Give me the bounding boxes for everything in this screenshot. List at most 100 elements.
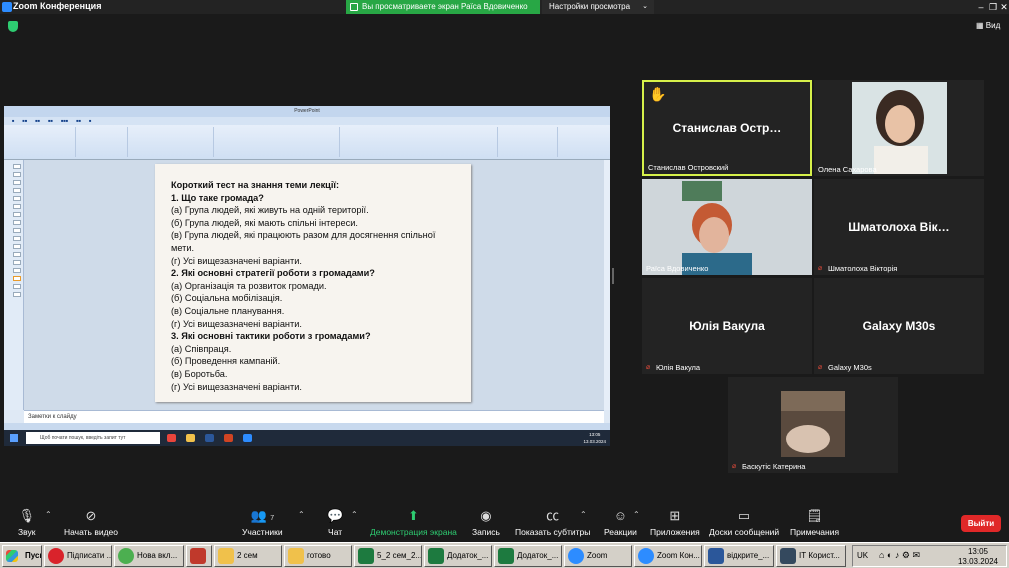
system-clock: 13:05 13.03.2024 — [957, 547, 998, 566]
slide-line: (в) Соціальне планування. — [171, 305, 285, 316]
participant-tile[interactable]: Galaxy M30s ⌀ Galaxy M30s — [814, 278, 984, 374]
apps-icon: ⊞ — [669, 508, 681, 523]
share-banner-text: Вы просматриваете экран Раїса Вдовиченко — [362, 2, 528, 11]
video-label: Начать видео — [64, 527, 119, 537]
tray-icons[interactable]: ⌂ ◐ ♪ ⚙ ✉ — [879, 550, 920, 561]
security-shield-icon[interactable] — [8, 21, 18, 32]
ribbon-group — [76, 127, 128, 157]
whiteboard-icon: ▭ — [737, 508, 751, 523]
slide-notes: Заметки к слайду — [24, 410, 604, 423]
notes-button[interactable]: 🗒 Примечания — [790, 508, 839, 537]
start-label: Пуск — [25, 551, 42, 560]
slide-line: (г) Усі вищезазначені варіанти. — [171, 255, 302, 266]
participants-icon: 👥 7 — [250, 508, 275, 523]
windows-logo-icon — [6, 550, 18, 562]
participant-tile[interactable]: Олена Сахарова — [814, 80, 984, 176]
ribbon-group — [6, 127, 76, 157]
chrome-icon — [167, 434, 176, 442]
participant-tile[interactable]: Шматолоха Вік… ⌀ Шматолоха Вікторія — [814, 179, 984, 275]
whiteboards-button[interactable]: ▭ Доски сообщений — [709, 508, 779, 537]
participant-name-large: Станислав Остр… — [672, 121, 782, 135]
taskbar-item[interactable]: Додаток_... — [424, 545, 492, 567]
reactions-icon: ☺ — [613, 508, 628, 523]
shared-search-box: Щоб почати пошук, введіть запит тут — [26, 432, 160, 444]
leave-button[interactable]: Выйти — [961, 515, 1001, 532]
reactions-label: Реакции — [604, 527, 637, 537]
share-screen-icon: ⬆ — [407, 508, 419, 523]
taskbar-item[interactable]: Zoom — [564, 545, 632, 567]
participant-video — [728, 377, 898, 473]
view-button[interactable]: ▦ Вид — [976, 21, 1000, 30]
powerpoint-icon — [224, 434, 233, 442]
slide-line: (а) Організація та розвиток громади. — [171, 280, 327, 291]
slide-line: 2. Які основні стратегії роботи з громад… — [171, 268, 375, 279]
reactions-options-chevron[interactable]: ⌃ — [633, 510, 640, 519]
taskbar-item[interactable]: ІТ Корист... — [776, 545, 846, 567]
zoom-icon — [568, 548, 584, 564]
audio-options-chevron[interactable]: ⌃ — [45, 510, 52, 519]
slide-line: (а) Група людей, які живуть на одній тер… — [171, 205, 369, 216]
view-options-button[interactable]: Настройки просмотра ⌄ — [542, 0, 654, 14]
participant-tile[interactable]: Юлія Вакула ⌀ Юлія Вакула — [642, 278, 812, 374]
notes-label: Примечания — [790, 527, 840, 537]
slide-line: (б) Група людей, які мають спільні інтер… — [171, 217, 358, 228]
slide-line: (г) Усі вищезазначені варіанти. — [171, 318, 302, 329]
audio-button[interactable]: 🎙 Звук — [18, 508, 35, 537]
system-tray: UK ⌂ ◐ ♪ ⚙ ✉ 13:05 13.03.2024 — [852, 545, 1007, 567]
taskbar-item[interactable]: 5_2 сем_2... — [354, 545, 422, 567]
taskbar-item[interactable]: відкрите_... — [704, 545, 774, 567]
share-screen-label: Демонстрация экрана — [370, 527, 457, 537]
record-icon: ◉ — [480, 508, 492, 523]
excel-icon — [428, 548, 444, 564]
taskbar-item[interactable]: Нова вкл... — [114, 545, 184, 567]
close-button[interactable]: ✕ — [998, 0, 1009, 14]
record-button[interactable]: ◉ Запись — [472, 508, 500, 537]
chat-button[interactable]: 💬 Чат — [327, 508, 343, 537]
captions-options-chevron[interactable]: ⌃ — [580, 510, 587, 519]
excel-icon — [498, 548, 514, 564]
chat-label: Чат — [328, 527, 343, 537]
participant-label: Баскутіс Катерина — [742, 462, 806, 471]
slide-line: 3. Які основні тактики роботи з громадам… — [171, 331, 371, 342]
share-screen-button[interactable]: ⬆ Демонстрация экрана — [370, 508, 457, 537]
chevron-down-icon: ⌄ — [642, 3, 648, 10]
folder-icon — [186, 434, 195, 442]
slide-line: (г) Усі вищезазначені варіанти. — [171, 381, 302, 392]
participant-tile[interactable]: ✋ Станислав Остр… Станислав Островский — [642, 80, 812, 176]
shared-taskbar: Щоб почати пошук, введіть запит тут 13:0… — [4, 430, 610, 446]
ribbon-group — [340, 127, 498, 157]
windows-start-icon — [10, 434, 18, 442]
taskbar-item[interactable]: 2 сем — [214, 545, 282, 567]
chat-options-chevron[interactable]: ⌃ — [351, 510, 358, 519]
audio-label: Звук — [18, 527, 36, 537]
taskbar-item[interactable]: Додаток_... — [494, 545, 562, 567]
taskbar-item[interactable]: готово — [284, 545, 352, 567]
split-handle[interactable] — [612, 268, 614, 284]
participant-label: Олена Сахарова — [818, 165, 877, 174]
minimize-button[interactable]: – — [975, 0, 987, 14]
reactions-button[interactable]: ☺ Реакции — [604, 508, 637, 537]
participants-button[interactable]: 👥 7 Участники — [242, 508, 283, 537]
ribbon-group — [214, 127, 340, 157]
meeting-toolbar: 🎙 Звук ⌃ ⊘ Начать видео 👥 7 Участники ⌃ … — [0, 500, 1009, 542]
slide-line: (б) Проведення кампаній. — [171, 356, 281, 367]
zoom-window: Zoom Конференция Вы просматриваете экран… — [0, 0, 1009, 568]
whiteboards-label: Доски сообщений — [709, 527, 780, 537]
excel-icon — [358, 548, 374, 564]
document-icon — [780, 548, 796, 564]
start-button[interactable]: Пуск — [2, 545, 42, 567]
apps-button[interactable]: ⊞ Приложения — [650, 508, 700, 537]
taskbar-item[interactable]: Підписати ... — [44, 545, 112, 567]
video-button[interactable]: ⊘ Начать видео — [64, 508, 118, 537]
language-indicator[interactable]: UK — [857, 551, 868, 560]
taskbar-item[interactable]: Zoom Кон... — [634, 545, 702, 567]
participants-options-chevron[interactable]: ⌃ — [298, 510, 305, 519]
slide-line: мети. — [171, 242, 195, 253]
participant-tile[interactable]: ⌀ Баскутіс Катерина — [728, 377, 898, 473]
powerpoint-title-bar: PowerPoint — [4, 106, 610, 117]
slide-editor: Короткий тест на знання теми лекції: 1. Щ… — [24, 160, 604, 410]
taskbar-item[interactable] — [186, 545, 212, 567]
word-icon — [708, 548, 724, 564]
participant-tile[interactable]: Раїса Вдовиченко — [642, 179, 812, 275]
record-label: Запись — [472, 527, 500, 537]
